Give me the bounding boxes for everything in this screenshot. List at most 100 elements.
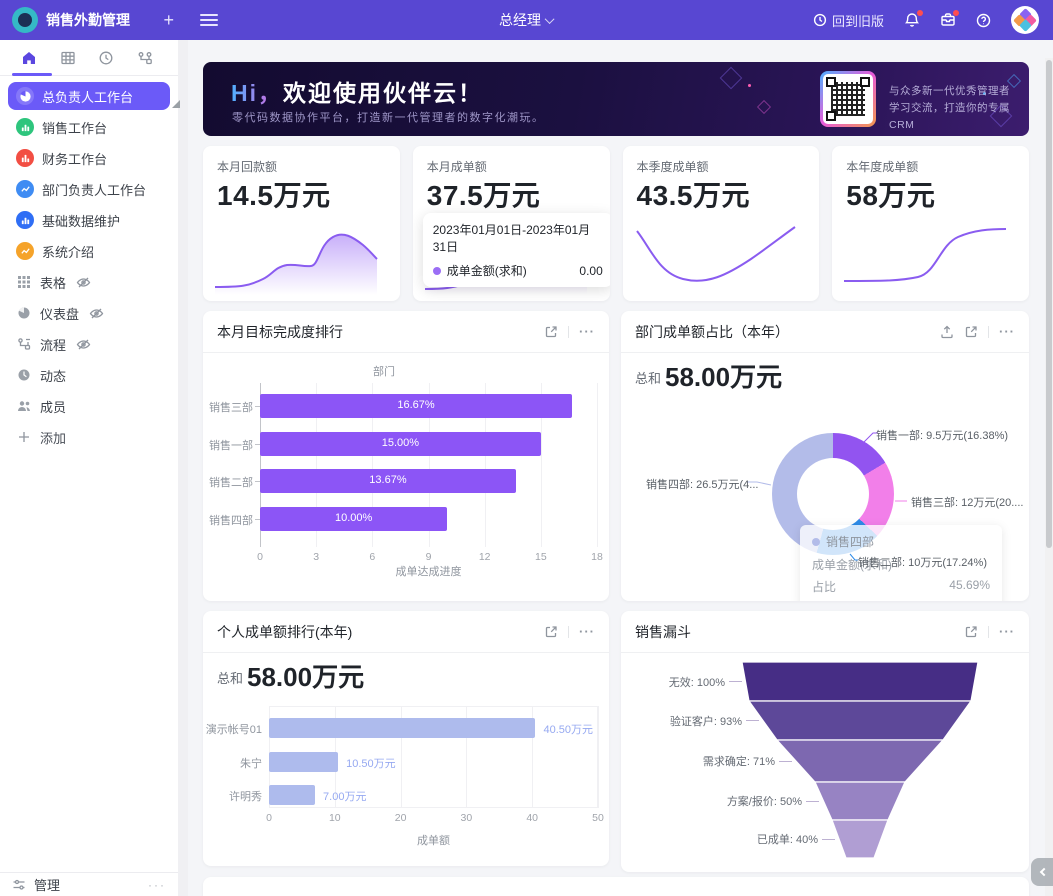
inbox-button[interactable]	[940, 12, 956, 28]
funnel-stage-label: 验证客户: 93%	[670, 713, 759, 729]
bar	[269, 718, 535, 738]
sidebar-item-dashboards[interactable]: 仪表盘	[8, 299, 170, 327]
sidebar-add-button[interactable]: 添加	[8, 423, 170, 451]
tab-recent[interactable]	[89, 50, 123, 66]
qr-code	[820, 71, 876, 127]
sidebar-item-members[interactable]: 成员	[8, 392, 170, 420]
category-label: 销售四部	[203, 512, 253, 528]
sidebar-item-chief-workspace[interactable]: 总负责人工作台	[8, 82, 170, 110]
funnel-segment	[777, 740, 943, 782]
sidebar-item-system-intro[interactable]: 系统介绍	[8, 237, 170, 265]
topbar-right: 回到旧版	[813, 6, 1053, 34]
more-options-button[interactable]: ···	[999, 328, 1015, 336]
export-icon[interactable]	[940, 325, 954, 339]
category-label: 演示帐号01	[203, 721, 262, 737]
x-tick-label: 0	[243, 551, 277, 563]
category-label: 许明秀	[203, 788, 262, 804]
topbar-left: 销售外勤管理 +	[0, 7, 188, 33]
sidebar-item-label: 总负责人工作台	[42, 87, 133, 106]
x-tick-label: 20	[384, 812, 418, 824]
notifications-button[interactable]	[904, 12, 920, 28]
x-tick-label: 10	[318, 812, 352, 824]
stat-cards-row: 本月回款额 14.5万元 本月成单额 37.5万元 2023年01月01日-20…	[203, 146, 1029, 301]
stat-value: 43.5万元	[637, 174, 751, 214]
sidebar-item-tables[interactable]: 表格	[8, 268, 170, 296]
x-tick-label: 40	[515, 812, 549, 824]
sidebar-item-flows[interactable]: 流程	[8, 330, 170, 358]
tooltip-series-value: 0.00	[579, 264, 602, 278]
add-app-button[interactable]: +	[161, 10, 176, 31]
bar-chart-icon	[16, 211, 34, 229]
user-avatar[interactable]	[1011, 6, 1039, 34]
scrollbar-thumb[interactable]	[1046, 60, 1052, 548]
main-content: Hi，欢迎使用伙伴云！ 零代码数据协作平台，打造新一代管理者的数字化潮玩。 与众…	[188, 40, 1053, 896]
app-logo	[12, 7, 38, 33]
expand-icon[interactable]	[544, 325, 558, 339]
stat-card-monthly-deals[interactable]: 本月成单额 37.5万元 2023年01月01日-2023年01月31日 成单金…	[413, 146, 610, 301]
bar-value-label: 7.00万元	[323, 788, 366, 804]
expand-icon[interactable]	[964, 325, 978, 339]
sidebar-scroll-strip[interactable]	[178, 40, 188, 896]
category-label: 销售三部	[203, 399, 253, 415]
sidebar-manage[interactable]: 管理 ···	[0, 872, 178, 896]
line-chart-icon	[16, 242, 34, 260]
more-options-button[interactable]: ···	[579, 628, 595, 636]
manage-more-button[interactable]: ···	[148, 878, 166, 892]
inbox-badge	[953, 10, 959, 16]
banner-subtitle: 零代码数据协作平台，打造新一代管理者的数字化潮玩。	[232, 109, 545, 125]
tab-tables[interactable]	[51, 50, 85, 66]
series-dot	[812, 538, 820, 546]
total-label: 总和	[635, 368, 661, 387]
sidebar-item-label: 动态	[40, 366, 66, 385]
more-options-button[interactable]: ···	[579, 328, 595, 336]
funnel-stage-label: 已成单: 40%	[757, 831, 835, 847]
gridline	[597, 383, 598, 547]
sidebar-item-label: 部门负责人工作台	[42, 180, 146, 199]
sidebar-item-label: 成员	[40, 397, 66, 416]
sliders-icon	[12, 878, 26, 892]
app-title: 销售外勤管理	[46, 10, 161, 30]
stat-value: 58万元	[846, 174, 935, 214]
resize-triangle-icon	[172, 100, 180, 108]
sidebar-item-sales-workspace[interactable]: 销售工作台	[8, 113, 170, 141]
x-tick-label: 18	[580, 551, 614, 563]
tab-flows[interactable]	[128, 50, 162, 66]
stat-card-monthly-payment[interactable]: 本月回款额 14.5万元	[203, 146, 400, 301]
bar-chart-icon	[16, 149, 34, 167]
help-button[interactable]	[976, 13, 991, 28]
eye-off-icon	[89, 306, 104, 321]
next-card-partial	[203, 877, 1029, 896]
bar	[269, 785, 315, 805]
slice-label-sales2: 销售二部: 10万元(17.24%)	[858, 554, 987, 570]
category-label: 朱宁	[203, 755, 262, 771]
x-tick-label: 30	[449, 812, 483, 824]
stat-card-quarter-deals[interactable]: 本季度成单额 43.5万元	[623, 146, 820, 301]
activity-clock-icon	[16, 367, 32, 383]
funnel-stage-label: 需求确定: 71%	[703, 753, 792, 769]
dept-deal-share-card: 部门成单额占比（本年） ··· 总和 58.00万元 销售一部: 9.5万元(1…	[621, 311, 1029, 601]
sidebar-item-base-data[interactable]: 基础数据维护	[8, 206, 170, 234]
sidebar-tabs	[0, 40, 178, 76]
help-icon	[976, 13, 991, 28]
tab-home[interactable]	[12, 50, 46, 66]
card-header: 部门成单额占比（本年） ···	[621, 311, 1029, 353]
sidebar-item-finance-workspace[interactable]: 财务工作台	[8, 144, 170, 172]
expand-icon[interactable]	[544, 625, 558, 639]
back-to-old-version-button[interactable]: 回到旧版	[813, 11, 884, 30]
x-tick-label: 6	[355, 551, 389, 563]
role-selector[interactable]: 总经理	[499, 10, 554, 30]
stat-card-year-deals[interactable]: 本年度成单额 58万元	[832, 146, 1029, 301]
tooltip-series-label: 成单金额(求和)	[447, 262, 527, 279]
funnel-stage-label: 无效: 100%	[669, 674, 742, 690]
notification-badge	[917, 10, 923, 16]
collapse-panel-handle[interactable]	[1031, 858, 1053, 886]
sidebar-item-dept-manager-workspace[interactable]: 部门负责人工作台	[8, 175, 170, 203]
banner-decoration	[720, 67, 743, 90]
chevron-down-icon	[544, 14, 554, 24]
sidebar-item-activity[interactable]: 动态	[8, 361, 170, 389]
gridline	[598, 706, 599, 808]
menu-toggle-icon[interactable]	[200, 14, 218, 26]
welcome-banner: Hi，欢迎使用伙伴云！ 零代码数据协作平台，打造新一代管理者的数字化潮玩。 与众…	[203, 62, 1029, 136]
content-scrollbar[interactable]	[1045, 58, 1053, 896]
bar-chart-icon	[16, 118, 34, 136]
